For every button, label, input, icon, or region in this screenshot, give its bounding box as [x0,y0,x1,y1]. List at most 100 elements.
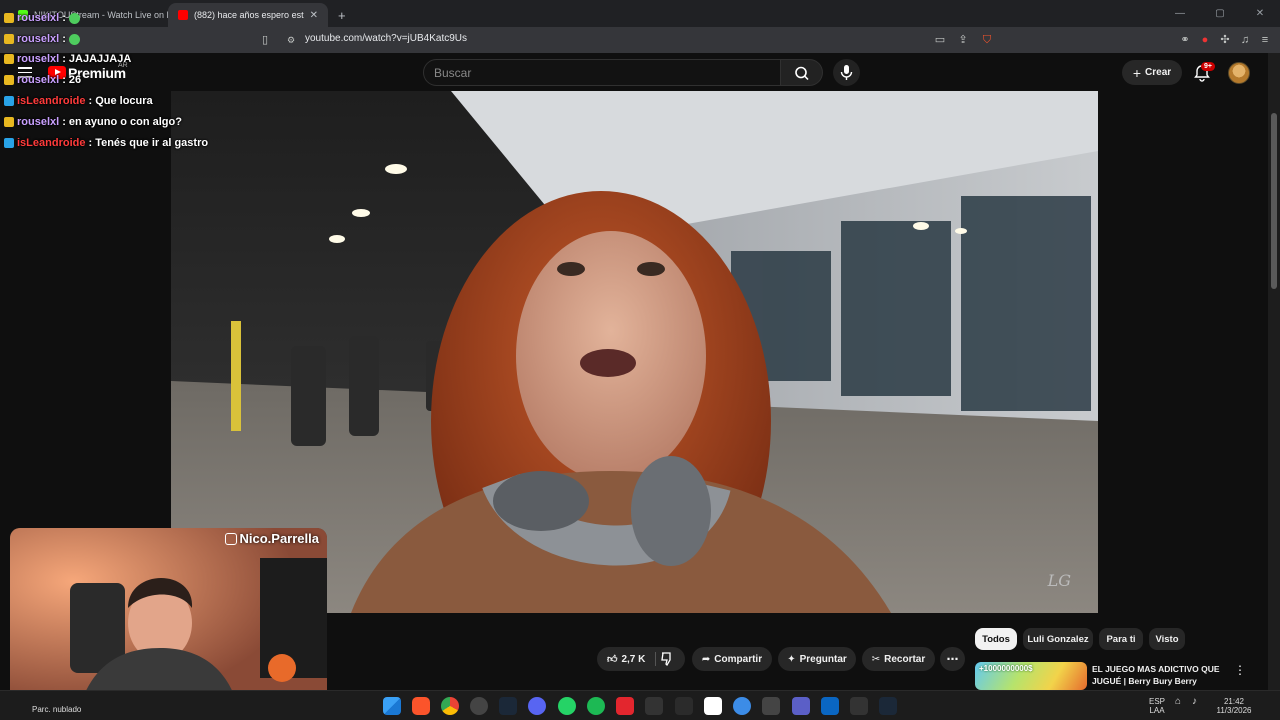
url-field[interactable]: youtube.com/watch?v=jUB4Katc9Us [305,33,467,44]
page-scrollbar[interactable] [1268,53,1280,720]
clip-label: Recortar [884,653,926,665]
webcam-frame [10,528,327,706]
chip-label: Para ti [1106,633,1136,645]
site-info-icon[interactable]: ⚙ [284,33,298,47]
avatar[interactable] [1228,62,1250,84]
cast-icon[interactable]: ▭ [933,33,947,47]
close-icon[interactable]: ✕ [310,10,318,21]
chat-line: rouselxl : [4,32,80,46]
instagram-icon [224,532,237,545]
chat-user: rouselxl [17,53,60,65]
chip-luli-gonzalez[interactable]: Luli Gonzalez [1023,628,1093,650]
diamond-badge-icon [4,96,14,106]
chat-line: rouselxl : JAJAJJAJA [4,52,131,66]
dislike-button[interactable] [659,652,675,671]
app-purple-icon[interactable] [792,697,810,715]
epic-games-icon[interactable] [675,697,693,715]
close-window-button[interactable]: ✕ [1240,0,1280,27]
chat-message: : en ayuno o con algo? [62,116,182,128]
notion-icon[interactable] [704,697,722,715]
webcam-overlay: Nico.Parrella [10,528,327,706]
sub-badge-icon [4,34,14,44]
scissors-icon: ✂ [871,653,881,665]
chip-label: Luli Gonzalez [1027,633,1089,645]
emote-icon [68,12,80,24]
network-icon[interactable]: ⌂ [1175,697,1181,707]
like-button[interactable]: 👍︎ 2,7 K [603,647,657,671]
ask-label: Preguntar [799,653,847,665]
minimize-button[interactable]: — [1160,0,1200,27]
sub-badge-icon [4,75,14,85]
chat-line: rouselxl : 26 [4,73,81,87]
chip-todos[interactable]: Todos [975,628,1017,650]
brave-icon[interactable] [412,697,430,715]
roblox-icon[interactable] [850,697,868,715]
search-button[interactable] [781,59,823,86]
extension-icon[interactable]: ⚭ [1178,33,1192,47]
music-icon[interactable]: ♫ [1238,33,1252,47]
stream-chat: rouselxl : rouselxl : rouselxl : JAJAJJA… [2,0,242,150]
like-count: 2,7 K [621,653,646,665]
sub-badge-icon [4,54,14,64]
chat-line: rouselxl : [4,11,80,25]
sparkle-icon: ✦ [787,653,796,665]
divider [655,652,656,666]
app-icon[interactable] [470,697,488,715]
bookmark-icon[interactable]: ▯ [258,33,272,47]
discord-icon[interactable] [528,697,546,715]
search-placeholder: Buscar [434,66,472,80]
chip-visto[interactable]: Visto [1149,628,1185,650]
windows-start-icon[interactable] [383,697,401,715]
voice-search-button[interactable] [833,59,860,86]
suggestion-menu-icon[interactable]: ⋮ [1234,663,1246,677]
chip-label: Visto [1155,633,1179,645]
clock[interactable]: 21:42 11/3/2026 [1212,697,1256,715]
app-dark-icon[interactable] [879,697,897,715]
capcut-icon[interactable] [645,697,663,715]
new-tab-button[interactable]: + [328,8,356,27]
chip-para-ti[interactable]: Para ti [1099,628,1143,650]
date-label: 11/3/2026 [1216,706,1252,715]
lang-top: ESP [1148,697,1165,706]
spotify-icon[interactable] [587,697,605,715]
whatsapp-icon[interactable] [558,697,576,715]
ask-button[interactable]: ✦ Preguntar [778,647,856,671]
more-actions-button[interactable]: ⋯ [940,647,965,671]
chat-line: rouselxl : en ayuno o con algo? [4,115,182,129]
thumbnail-text: +1000000000$ [979,664,1033,673]
menu-icon[interactable]: ≡ [1258,33,1272,47]
share-button[interactable]: ➦ Compartir [692,647,772,671]
record-icon[interactable]: ● [1198,33,1212,47]
puzzle-icon[interactable]: ✣ [1218,33,1232,47]
thumbs-down-icon [661,652,671,667]
suggestion-thumbnail[interactable]: +1000000000$ [975,662,1087,690]
chrome-icon[interactable] [441,697,459,715]
brave-shield-icon[interactable]: ⛉ [980,33,994,47]
share-page-icon[interactable]: ⇪ [956,33,970,47]
app-red-icon[interactable] [616,697,634,715]
app-gray-icon[interactable] [762,697,780,715]
volume-icon[interactable]: ♪ [1192,697,1197,707]
suggestion-title[interactable]: EL JUEGO MAS ADICTIVO QUE JUGUÉ | Berry … [1092,663,1232,687]
chat-message: : Que locura [88,95,153,107]
clip-button[interactable]: ✂ Recortar [862,647,935,671]
chat-user: rouselxl [17,116,60,128]
sub-badge-icon [4,13,14,23]
chat-message: : JAJAJJAJA [62,53,132,65]
share-label: Compartir [714,653,763,665]
create-button[interactable]: + Crear [1122,60,1182,85]
weather-label[interactable]: Parc. nublado [32,705,81,714]
diamond-badge-icon [4,138,14,148]
language-indicator[interactable]: ESP LAA [1145,697,1169,715]
maximize-button[interactable]: ▢ [1200,0,1240,27]
vscode-icon[interactable] [821,697,839,715]
search-input[interactable]: Buscar [423,59,781,86]
scrollbar-thumb[interactable] [1271,113,1277,289]
chat-line: isLeandroide : Tenés que ir al gastro [4,136,208,150]
chat-user: rouselxl [17,33,60,45]
sub-badge-icon [4,117,14,127]
app-blue-icon[interactable] [733,697,751,715]
windows-taskbar: Parc. nublado ESP LAA ⌂ ♪ 21:42 11/3/2026 [0,690,1280,720]
steam-icon[interactable] [499,697,517,715]
search-icon [795,66,809,81]
